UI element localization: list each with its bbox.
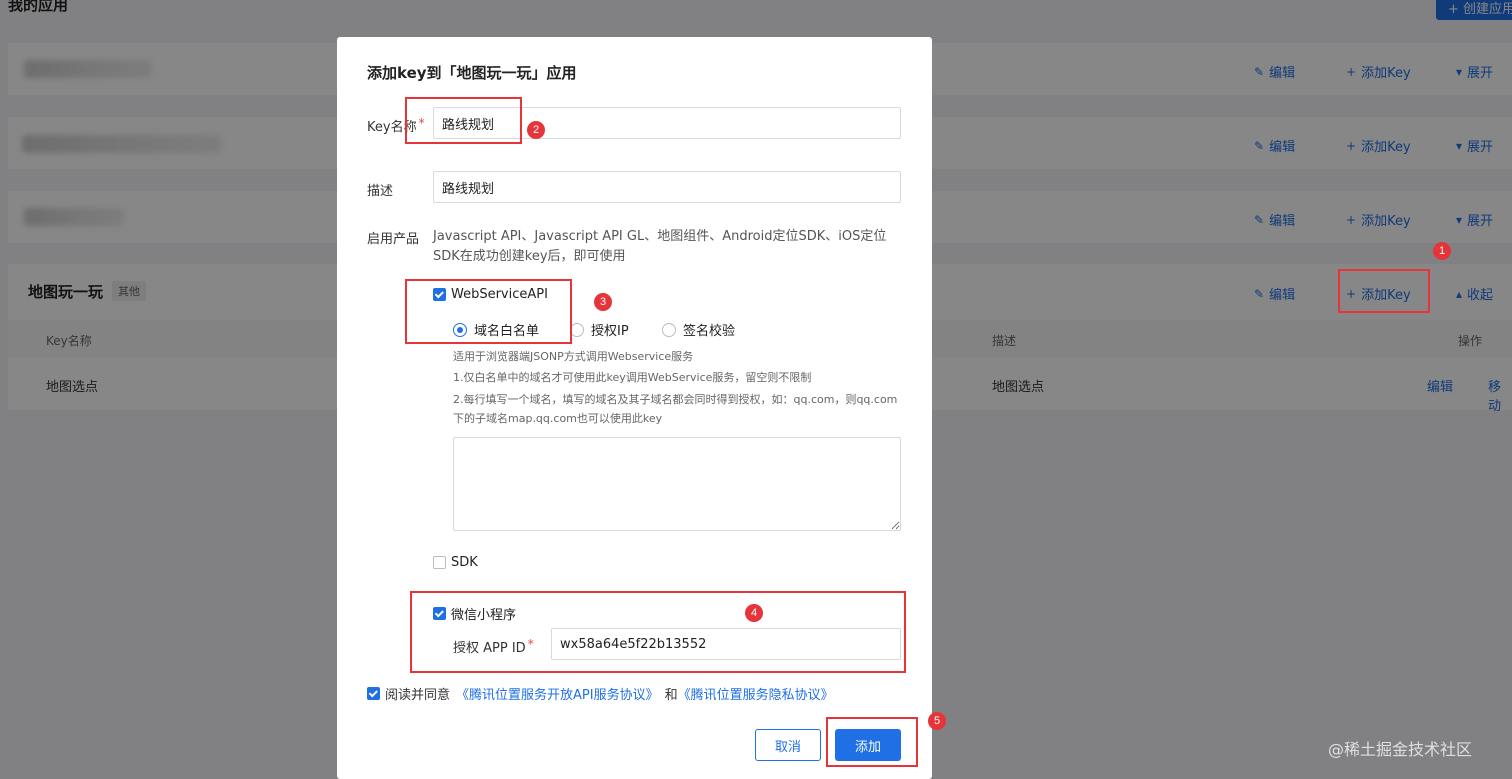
- annotation-box-2: [405, 97, 522, 144]
- sdk-checkbox[interactable]: SDK: [433, 555, 478, 570]
- service-agreement-link[interactable]: 《腾讯位置服务开放API服务协议》: [456, 684, 659, 703]
- annotation-box-4: [410, 591, 906, 673]
- modal-title: 添加key到「地图玩一玩」应用: [367, 64, 577, 82]
- annotation-box-1: [1338, 269, 1430, 313]
- webservice-note-1: 适用于浏览器端JSONP方式调用Webservice服务: [453, 350, 694, 363]
- agreement-row: 阅读并同意 《腾讯位置服务开放API服务协议》 和 《腾讯位置服务隐私协议》: [367, 684, 834, 703]
- webservice-note-3: 2.每行填写一个域名，填写的域名及其子域名都会同时得到授权，如：qq.com，则…: [453, 393, 898, 425]
- agreement-checkbox[interactable]: [367, 687, 380, 700]
- radio-signature[interactable]: 签名校验: [662, 320, 735, 339]
- annotation-badge-2: 2: [527, 121, 545, 139]
- radio-auth-ip[interactable]: 授权IP: [570, 320, 629, 339]
- annotation-box-5: [826, 717, 918, 767]
- annotation-badge-5: 5: [928, 712, 946, 730]
- domain-whitelist-textarea[interactable]: [453, 437, 901, 531]
- radio-icon: [662, 322, 676, 337]
- cancel-button[interactable]: 取消: [755, 729, 821, 761]
- annotation-badge-4: 4: [745, 604, 763, 622]
- product-description: Javascript API、Javascript API GL、地图组件、An…: [433, 229, 887, 264]
- annotation-badge-3: 3: [594, 293, 612, 311]
- checkbox-icon: [433, 556, 446, 569]
- radio-icon: [570, 322, 584, 337]
- desc-label: 描述: [367, 184, 394, 199]
- privacy-agreement-link[interactable]: 《腾讯位置服务隐私协议》: [678, 684, 834, 703]
- webservice-note-2: 1.仅白名单中的域名才可使用此key调用WebService服务，留空则不限制: [453, 371, 812, 384]
- annotation-badge-1: 1: [1433, 242, 1451, 260]
- desc-input[interactable]: [433, 171, 901, 203]
- annotation-box-3: [405, 279, 572, 344]
- product-label: 启用产品: [367, 232, 420, 247]
- watermark: @稀土掘金技术社区: [1328, 740, 1473, 759]
